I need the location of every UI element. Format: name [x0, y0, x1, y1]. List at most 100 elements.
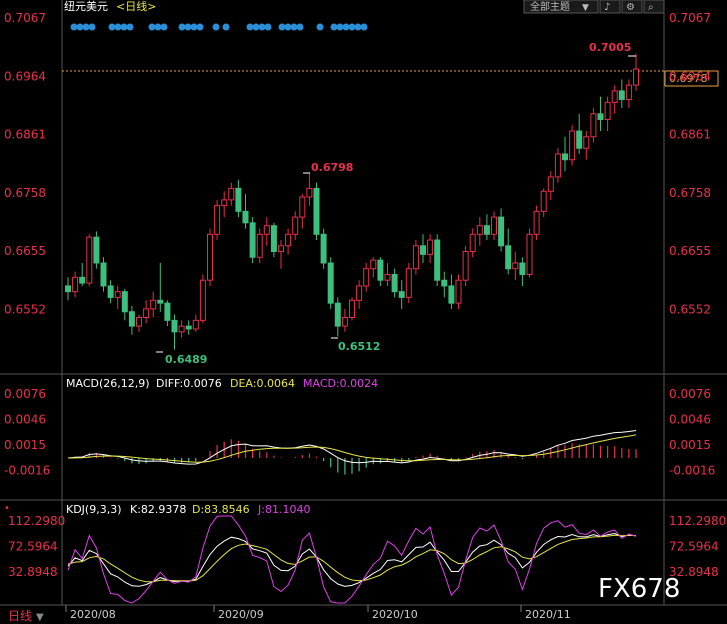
candle-body	[554, 153, 561, 178]
candle-body	[171, 319, 178, 333]
event-dot[interactable]	[76, 23, 84, 31]
month-label: 2020/10	[372, 608, 418, 621]
candle-body	[136, 316, 142, 327]
period-tab[interactable]: 日线	[8, 609, 32, 623]
event-dot[interactable]	[88, 23, 96, 31]
event-dot[interactable]	[258, 23, 266, 31]
candle-body	[327, 262, 334, 304]
event-dot[interactable]	[348, 23, 356, 31]
candle-body	[164, 302, 171, 321]
event-dot[interactable]	[336, 23, 344, 31]
event-dot[interactable]	[108, 23, 116, 31]
candle-body	[278, 245, 284, 253]
candle-body	[562, 153, 568, 161]
period-tab-arrow[interactable]: ▼	[36, 612, 44, 623]
price-tick-left: 0.6552	[4, 303, 46, 317]
candle-body	[590, 113, 597, 138]
search-button[interactable]	[643, 0, 665, 14]
event-dot[interactable]	[252, 23, 260, 31]
candle-body	[618, 90, 625, 100]
annotation-low2: 0.6512	[338, 340, 380, 353]
candle-body	[405, 268, 412, 298]
event-dot[interactable]	[354, 23, 362, 31]
event-dot[interactable]	[178, 23, 186, 31]
event-dot[interactable]	[290, 23, 298, 31]
candle-body	[384, 273, 391, 281]
candle-body	[427, 239, 434, 255]
macd-tick-left: 0.0046	[4, 413, 46, 427]
event-markers[interactable]	[70, 23, 368, 31]
kdj-tick-left: 112.2980	[8, 514, 65, 528]
macd-tick-left: 0.0076	[4, 387, 46, 401]
event-dot[interactable]	[296, 23, 304, 31]
event-dot[interactable]	[114, 23, 122, 31]
event-dot[interactable]	[190, 23, 198, 31]
forex-chart-canvas[interactable]: 纽元美元 <日线> 0.7067 0.7067 全部主题 ▼ ♪ ⚙ ⌕ 0.6…	[0, 0, 727, 624]
candle-body	[100, 262, 107, 287]
candle-body	[242, 210, 249, 224]
event-dot[interactable]	[264, 23, 272, 31]
event-dot[interactable]	[342, 23, 350, 31]
event-dot[interactable]	[330, 23, 338, 31]
kdj-collapse-icon[interactable]: •	[4, 503, 10, 514]
macd-tick-right: 0.0015	[669, 438, 711, 452]
search-icon: ⌕	[648, 2, 654, 13]
event-dot[interactable]	[278, 23, 286, 31]
macd-tick-left: 0.0015	[4, 438, 46, 452]
candle-body	[611, 90, 618, 103]
event-dot[interactable]	[120, 23, 128, 31]
event-dot[interactable]	[360, 23, 368, 31]
event-dot[interactable]	[316, 23, 324, 31]
speaker-icon: ♪	[604, 2, 610, 13]
candle-body	[299, 196, 306, 218]
event-dot[interactable]	[82, 23, 90, 31]
event-dot[interactable]	[160, 23, 168, 31]
price-tick-left: 0.6861	[4, 128, 46, 142]
event-dot[interactable]	[184, 23, 192, 31]
candle-body	[228, 187, 235, 201]
event-dot[interactable]	[212, 23, 220, 31]
candle-body	[221, 199, 228, 207]
candle-body	[505, 245, 512, 270]
candle-body	[398, 291, 405, 298]
candle-body	[93, 236, 100, 264]
candlestick-series	[65, 53, 639, 350]
event-dot[interactable]	[246, 23, 254, 31]
event-dot[interactable]	[148, 23, 156, 31]
kdj-title: KDJ(9,3,3)	[66, 503, 122, 516]
event-dot[interactable]	[222, 23, 230, 31]
candle-body	[533, 210, 540, 235]
event-dot[interactable]	[284, 23, 292, 31]
candle-body	[320, 233, 327, 264]
price-tick-left: 0.6655	[4, 244, 46, 258]
candle-body	[462, 251, 469, 281]
event-dot[interactable]	[126, 23, 134, 31]
candle-body	[249, 222, 256, 258]
candle-body	[583, 136, 590, 149]
candle-body	[235, 187, 242, 212]
candle-body	[150, 299, 157, 310]
price-tick-left: 0.6964	[4, 69, 46, 83]
price-tick-right: 0.6655	[669, 244, 711, 258]
event-dot[interactable]	[196, 23, 204, 31]
event-dot[interactable]	[154, 23, 162, 31]
price-axis-right: 0.6964 0.6861 0.6758 0.6655 0.6552	[669, 69, 711, 316]
candle-body	[370, 259, 377, 270]
candle-body	[107, 285, 114, 298]
macd-histogram	[74, 439, 637, 475]
event-dot[interactable]	[70, 23, 78, 31]
candle-body	[341, 316, 348, 327]
candle-body	[469, 233, 476, 253]
price-tick-right: 0.6964	[669, 69, 711, 83]
candle-body	[412, 245, 419, 270]
candle-body	[65, 285, 71, 293]
kdj-tick-left: 32.8948	[8, 565, 58, 579]
kdj-k-line	[67, 532, 637, 587]
candle-body	[306, 187, 313, 198]
candle-body	[356, 285, 363, 301]
kdj-k-label: K:82.9378	[130, 503, 186, 516]
candle-body	[285, 233, 292, 247]
price-tick-right: 0.6861	[669, 128, 711, 142]
candle-body	[498, 216, 505, 247]
candle-body	[597, 113, 604, 121]
